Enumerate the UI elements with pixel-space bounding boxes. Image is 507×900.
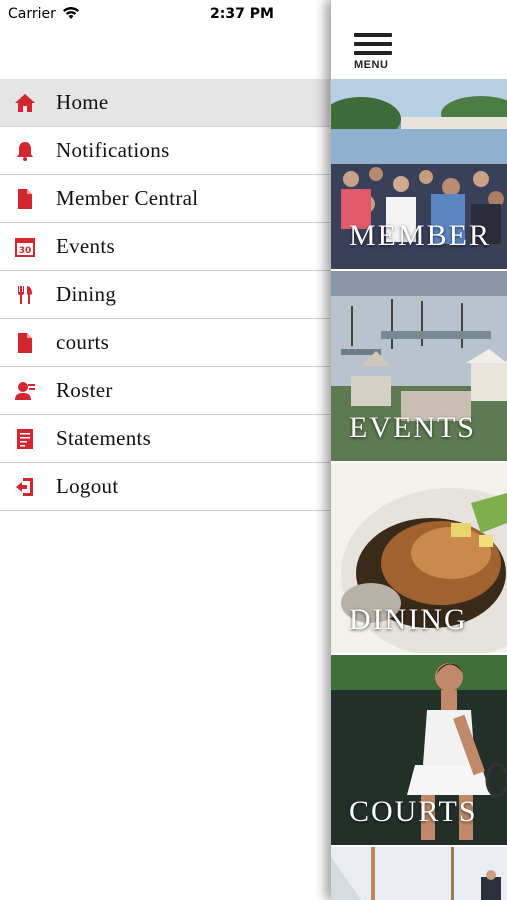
tile-caption: EVENTS: [349, 411, 476, 444]
tile-partial[interactable]: [331, 847, 507, 900]
menu-item-label: Events: [56, 234, 115, 258]
tile-caption: MEMBER: [349, 219, 492, 252]
utensils-icon: [14, 284, 36, 306]
menu-item-label: Roster: [56, 378, 113, 402]
calendar-icon: 30: [14, 236, 36, 258]
tile-member[interactable]: MEMBER: [331, 79, 507, 269]
menu-item-label: Dining: [56, 282, 117, 306]
menu-item-notifications[interactable]: Notifications: [0, 127, 330, 175]
logout-icon: [14, 476, 36, 498]
tile-caption: COURTS: [349, 795, 478, 828]
menu-item-label: courts: [56, 330, 110, 354]
tile-courts[interactable]: COURTS: [331, 655, 507, 845]
menu-item-statements[interactable]: Statements: [0, 415, 330, 463]
partial-photo: [331, 847, 507, 900]
side-menu: Home Notifications Member Central 30 Eve…: [0, 79, 330, 511]
tile-events[interactable]: EVENTS: [331, 271, 507, 461]
tile-dining[interactable]: DINING: [331, 463, 507, 653]
menu-item-logout[interactable]: Logout: [0, 463, 330, 511]
menu-item-label: Statements: [56, 426, 152, 450]
main-panel: MENU MEMBER EVENTS DINING COURTS: [331, 0, 507, 900]
menu-item-label: Home: [56, 90, 109, 114]
menu-item-events[interactable]: 30 Events: [0, 223, 330, 271]
document-icon: [14, 332, 36, 354]
menu-item-dining[interactable]: Dining: [0, 271, 330, 319]
statement-icon: [14, 428, 36, 450]
bell-icon: [14, 140, 36, 162]
menu-item-member-central[interactable]: Member Central: [0, 175, 330, 223]
menu-button[interactable]: MENU: [354, 33, 392, 71]
menu-bar-icon: [354, 42, 392, 46]
menu-item-courts[interactable]: courts: [0, 319, 330, 367]
tile-caption: DINING: [349, 603, 468, 636]
menu-item-home[interactable]: Home: [0, 79, 330, 127]
home-icon: [14, 92, 36, 114]
document-icon: [14, 188, 36, 210]
person-icon: [14, 380, 36, 402]
menu-item-roster[interactable]: Roster: [0, 367, 330, 415]
menu-bar-icon: [354, 33, 392, 37]
menu-item-label: Member Central: [56, 186, 199, 210]
menu-bar-icon: [354, 51, 392, 55]
calendar-icon-text: 30: [19, 246, 32, 256]
menu-item-label: Notifications: [56, 138, 170, 162]
menu-button-label: MENU: [354, 59, 389, 71]
menu-item-label: Logout: [56, 474, 119, 498]
